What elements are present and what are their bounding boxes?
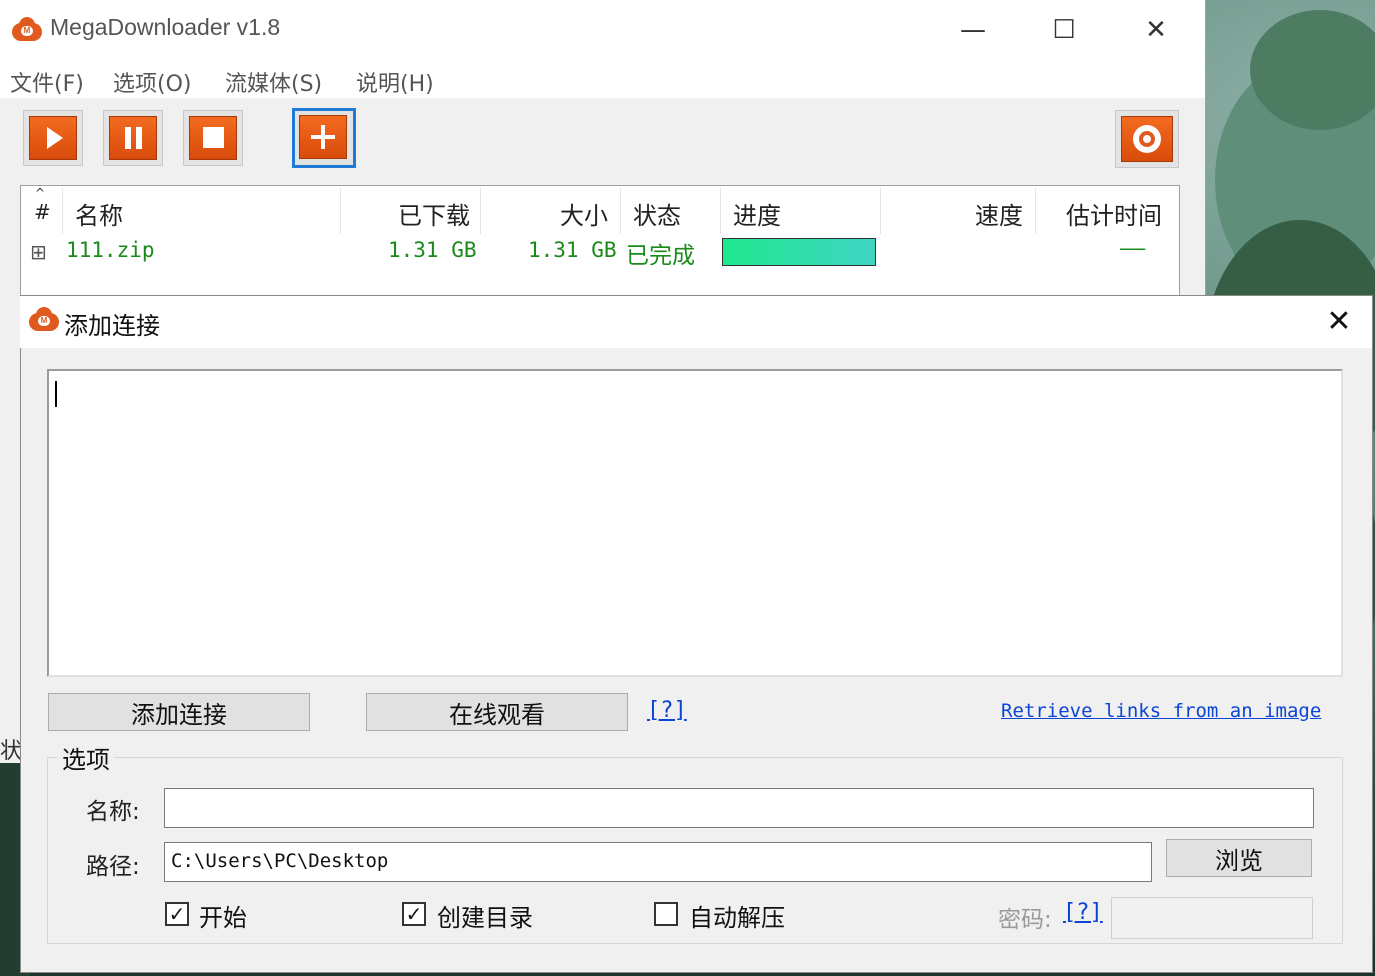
create-directory-label: 创建目录 [437, 904, 533, 932]
gear-icon [1133, 125, 1161, 153]
plus-icon [311, 125, 335, 149]
options-group-label: 选项 [58, 740, 114, 775]
path-input[interactable]: C:\Users\PC\Desktop [164, 842, 1152, 882]
password-input[interactable] [1111, 897, 1313, 939]
menu-options[interactable]: 选项(O) [113, 66, 191, 98]
dialog-title: 添加连接 [64, 312, 160, 340]
menu-streaming[interactable]: 流媒体(S) [225, 66, 322, 98]
path-label: 路径: [86, 854, 140, 880]
play-button[interactable] [23, 110, 83, 166]
name-label: 名称: [86, 799, 140, 825]
auto-extract-label: 自动解压 [689, 904, 785, 932]
row-size: 1.31 GB [528, 238, 617, 262]
column-header-size[interactable]: 大小 [560, 196, 608, 231]
menu-file[interactable]: 文件(F) [10, 66, 84, 98]
create-directory-checkbox[interactable]: ✓ [402, 902, 426, 926]
maximize-button[interactable]: ☐ [1018, 0, 1110, 60]
window-title: MegaDownloader v1.8 [50, 14, 281, 40]
sort-arrow-icon: ^ [35, 186, 46, 200]
stop-button[interactable] [183, 110, 243, 166]
stop-icon [203, 127, 224, 148]
column-header-status[interactable]: 状态 [633, 196, 681, 231]
row-progress-bar [722, 238, 876, 266]
close-button[interactable]: ✕ [1110, 0, 1202, 60]
column-header-name[interactable]: 名称 [75, 196, 123, 231]
column-header-eta[interactable]: 估计时间 [1066, 196, 1162, 231]
row-downloaded: 1.31 GB [388, 238, 477, 262]
play-icon [47, 127, 63, 149]
text-caret [55, 381, 57, 407]
pause-icon [125, 127, 142, 149]
expand-icon[interactable]: ⊞ [30, 240, 47, 264]
column-header-index[interactable]: # [34, 200, 51, 224]
minimize-button[interactable]: — [927, 0, 1019, 60]
add-link-button[interactable] [292, 108, 356, 168]
row-file-name: 111.zip [66, 238, 155, 262]
pause-button[interactable] [103, 110, 163, 166]
settings-button[interactable] [1115, 110, 1179, 168]
mega-cloud-icon: M [29, 307, 59, 331]
status-bar-fragment: 状 [0, 733, 22, 763]
name-input[interactable] [164, 788, 1314, 828]
password-label: 密码: [998, 907, 1052, 933]
auto-extract-checkbox[interactable] [654, 902, 678, 926]
browse-button[interactable]: 浏览 [1166, 839, 1312, 877]
path-value: C:\Users\PC\Desktop [171, 850, 389, 872]
password-help-link[interactable]: [?] [1063, 900, 1103, 925]
add-links-button[interactable]: 添加连接 [48, 693, 310, 731]
start-label: 开始 [199, 904, 247, 932]
menu-help[interactable]: 说明(H) [356, 66, 434, 98]
column-header-speed[interactable]: 速度 [975, 196, 1023, 231]
column-header-progress[interactable]: 进度 [733, 196, 781, 231]
toolbar [0, 98, 1205, 184]
dialog-title-bar[interactable] [20, 296, 1372, 348]
row-status: 已完成 [626, 243, 695, 269]
start-checkbox[interactable]: ✓ [165, 902, 189, 926]
dialog-close-button[interactable]: ✕ [1310, 298, 1368, 344]
help-link[interactable]: [?] [647, 698, 687, 723]
column-header-downloaded[interactable]: 已下载 [398, 196, 470, 231]
row-eta: —— [1120, 236, 1146, 260]
mega-cloud-icon: M [12, 17, 42, 41]
links-textarea[interactable] [47, 369, 1343, 677]
retrieve-links-from-image-link[interactable]: Retrieve links from an image [1001, 700, 1321, 722]
watch-online-button[interactable]: 在线观看 [366, 693, 628, 731]
